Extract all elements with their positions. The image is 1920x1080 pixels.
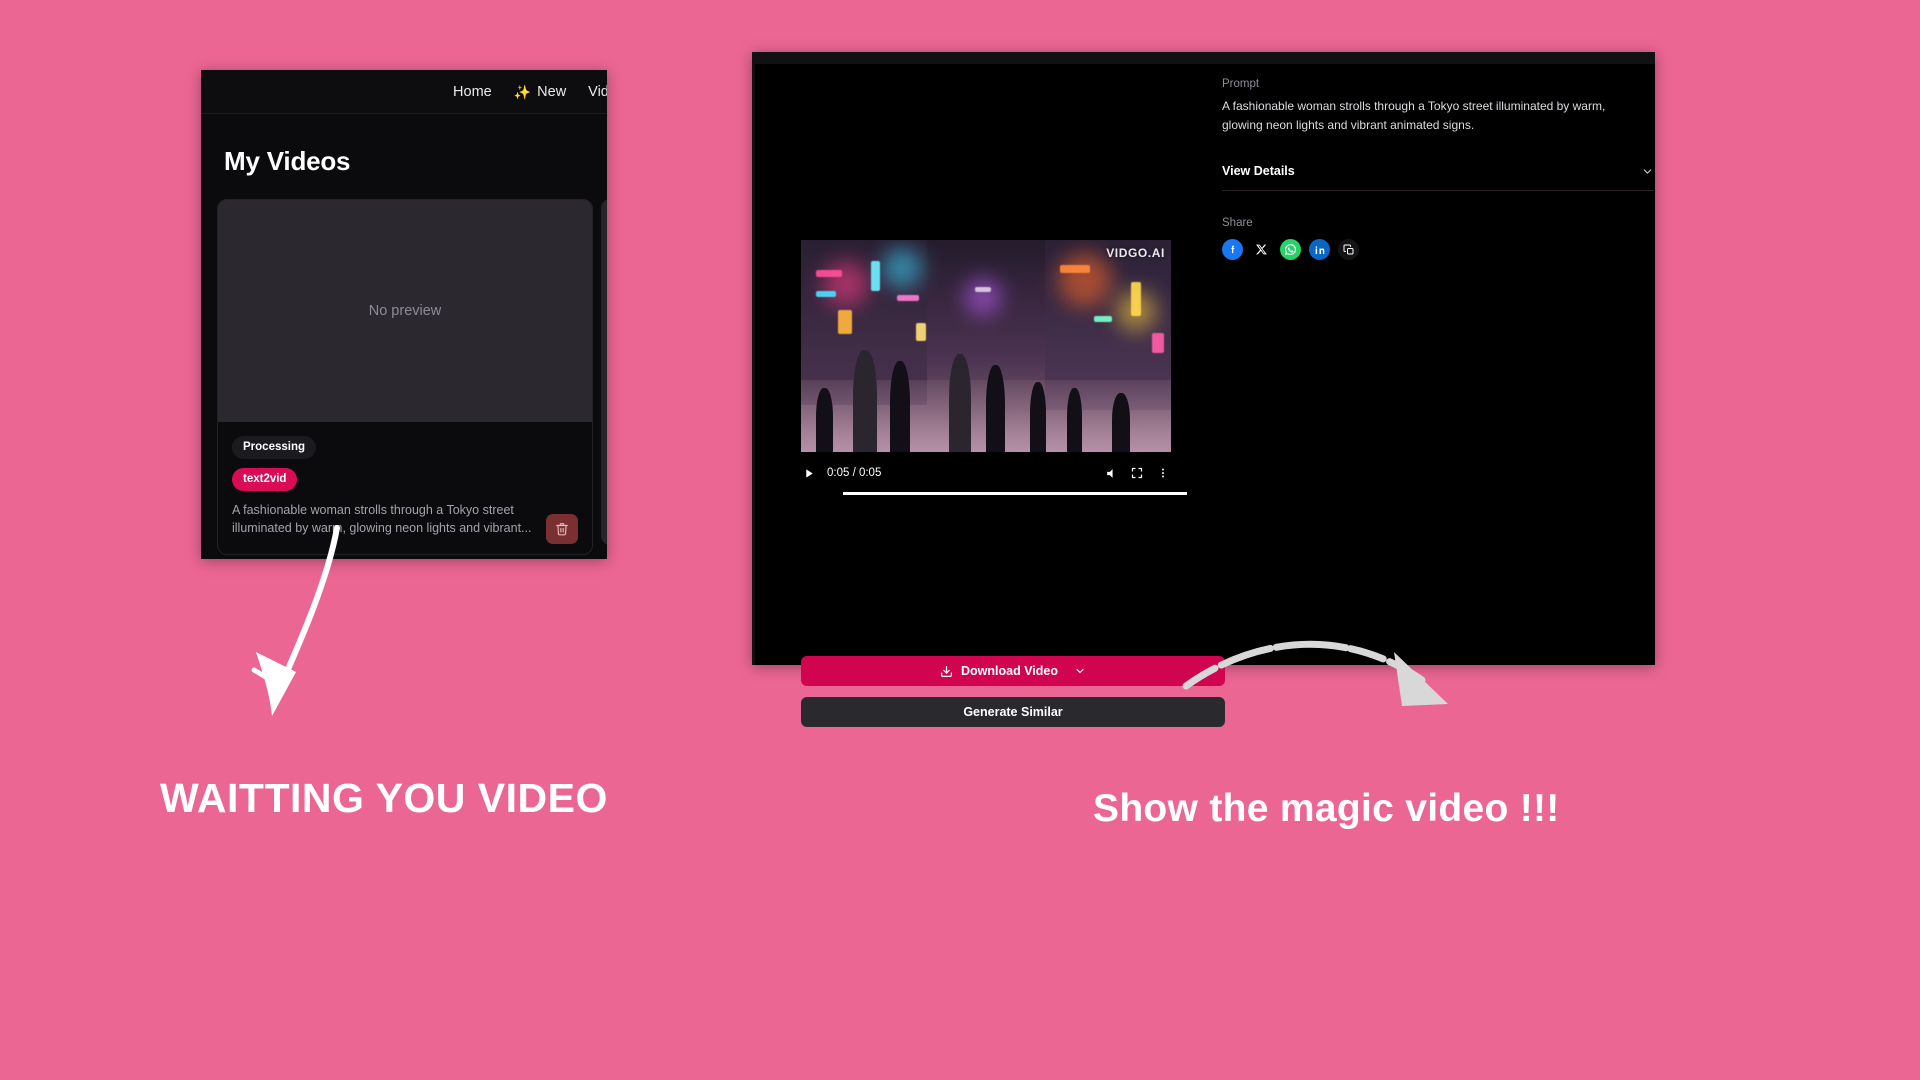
video-watermark: VIDGO.AI [1106, 246, 1165, 260]
video-preview-placeholder: No preview [218, 200, 592, 422]
view-details-toggle[interactable]: View Details [1222, 164, 1654, 192]
facebook-icon [1231, 245, 1235, 254]
nav-item-home[interactable]: Home [453, 84, 492, 100]
video-card-prompt: A fashionable woman strolls through a To… [232, 503, 532, 535]
share-copy-link-button[interactable] [1338, 239, 1359, 261]
share-linkedin-button[interactable] [1309, 239, 1330, 261]
video-detail-content: VIDGO.AI 0:05 / 0:05 Download Video Gene… [755, 64, 1655, 727]
generate-similar-label: Generate Similar [963, 705, 1063, 719]
generate-similar-button[interactable]: Generate Similar [801, 697, 1225, 727]
volume-icon[interactable] [1103, 465, 1119, 481]
chevron-down-icon[interactable] [1074, 665, 1086, 677]
nav-item-video-label: Video [588, 83, 607, 100]
video-frame-scene [801, 240, 1171, 452]
download-video-label: Download Video [961, 664, 1058, 678]
type-badge: text2vid [232, 468, 298, 491]
share-section: Share [1222, 217, 1641, 261]
fullscreen-icon[interactable] [1129, 465, 1145, 481]
share-label: Share [1222, 217, 1253, 230]
no-preview-label: No preview [368, 303, 442, 319]
video-detail-window: VIDGO.AI 0:05 / 0:05 Download Video Gene… [752, 52, 1655, 727]
video-card-info: Processing text2vid A fashionable woman … [218, 422, 592, 554]
video-player[interactable]: VIDGO.AI [801, 240, 1171, 452]
whatsapp-icon [1285, 244, 1297, 256]
download-video-button[interactable]: Download Video [801, 656, 1225, 686]
video-card[interactable]: No preview Processing text2vid A fashion… [217, 199, 593, 555]
seek-bar[interactable] [843, 492, 1187, 495]
status-badge: Processing [232, 436, 316, 459]
share-icon-row [1222, 239, 1641, 261]
prompt-text: A fashionable woman strolls through a To… [1222, 99, 1606, 132]
video-player-column: VIDGO.AI 0:05 / 0:05 Download Video Gene… [779, 80, 1225, 727]
linkedin-icon [1315, 245, 1324, 254]
share-whatsapp-button[interactable] [1280, 239, 1301, 261]
caption-left: WAITTING YOU VIDEO [160, 775, 608, 821]
caption-right: Show the magic video !!! [1093, 787, 1560, 830]
top-navigation-bar: Home ✨ New Video [201, 70, 607, 114]
video-player-controls: 0:05 / 0:05 [801, 462, 1171, 484]
time-display: 0:05 / 0:05 [827, 467, 882, 479]
x-twitter-icon [1256, 244, 1267, 255]
sparkles-icon: ✨ [513, 83, 532, 100]
play-icon[interactable] [801, 465, 817, 481]
trash-icon [556, 522, 568, 535]
nav-item-home-label: Home [453, 83, 492, 100]
copy-icon [1343, 244, 1353, 255]
view-details-label: View Details [1222, 164, 1295, 179]
download-icon [941, 665, 952, 677]
more-vertical-icon[interactable] [1155, 465, 1171, 481]
videos-page-body: My Videos No preview Processing text2vid… [201, 114, 607, 555]
chevron-down-icon [1643, 169, 1652, 174]
page-title: My Videos [224, 146, 351, 176]
adjacent-card-edge [601, 199, 607, 545]
share-x-button[interactable] [1251, 239, 1272, 260]
prompt-label: Prompt [1222, 78, 1260, 90]
nav-item-new[interactable]: ✨ New [514, 84, 566, 100]
nav-item-video[interactable]: Video [588, 84, 607, 100]
nav-item-new-label: New [537, 83, 567, 100]
video-card-stack: No preview Processing text2vid A fashion… [217, 199, 607, 555]
videos-app-window: Home ✨ New Video My Videos No preview Pr… [201, 70, 607, 559]
share-facebook-button[interactable] [1222, 239, 1243, 261]
delete-video-button[interactable] [546, 513, 578, 544]
video-metadata-column: Prompt A fashionable woman strolls throu… [1222, 78, 1654, 651]
